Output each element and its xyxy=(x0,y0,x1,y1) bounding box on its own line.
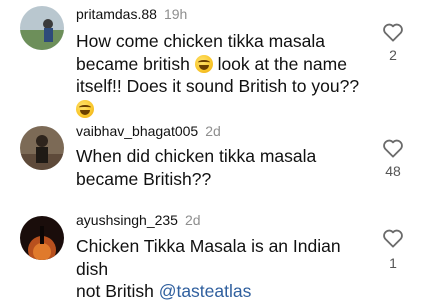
heart-outline-icon[interactable] xyxy=(382,138,404,158)
avatar-image xyxy=(20,6,64,50)
joy-emoji-icon xyxy=(194,54,213,73)
like-count: 1 xyxy=(389,255,397,271)
comment-text: Chicken Tikka Masala is an Indian dish n… xyxy=(76,236,341,301)
like-count: 2 xyxy=(389,47,397,63)
heart-outline-icon[interactable] xyxy=(382,228,404,248)
comment-text: When did chicken tikka masala became Bri… xyxy=(76,146,317,189)
avatar-image xyxy=(20,216,64,260)
comment-username[interactable]: ayushsingh_235 xyxy=(76,212,178,228)
mention-link[interactable]: @tasteatlas xyxy=(159,281,252,301)
like-count: 48 xyxy=(385,163,401,179)
comment-timestamp: 19h xyxy=(163,6,188,22)
heart-outline-icon[interactable] xyxy=(382,22,404,42)
comment-username[interactable]: vaibhav_bhagat005 xyxy=(76,123,198,139)
avatar[interactable] xyxy=(20,216,64,260)
comment-timestamp: 2d xyxy=(184,212,201,228)
joy-emoji-icon xyxy=(76,99,94,118)
avatar[interactable] xyxy=(20,126,64,170)
comment-username[interactable]: pritamdas.88 xyxy=(76,6,157,22)
avatar-image xyxy=(20,126,64,170)
comment-timestamp: 2d xyxy=(205,123,221,139)
avatar[interactable] xyxy=(20,6,64,50)
comment-text: How come chicken tikka masala became bri… xyxy=(76,30,366,120)
